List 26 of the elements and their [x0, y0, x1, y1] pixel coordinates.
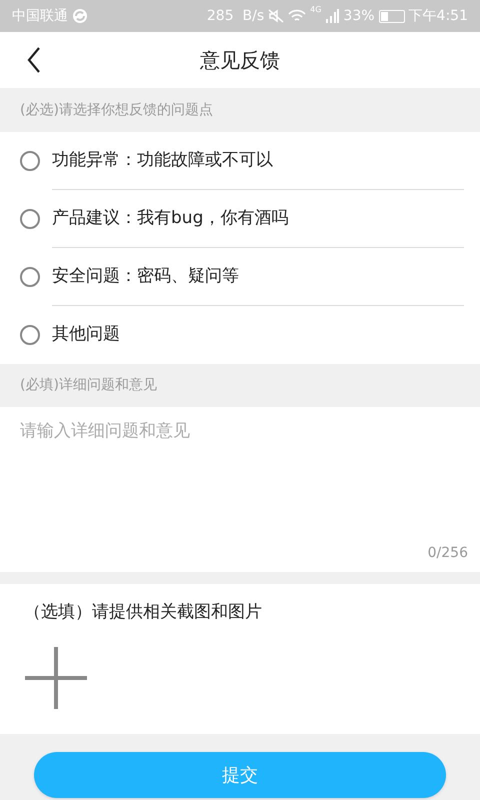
add-image-button[interactable]	[24, 646, 88, 710]
option-row[interactable]: 其他问题	[0, 306, 480, 364]
sync-icon	[72, 8, 88, 24]
option-label: 功能异常：功能故障或不可以	[52, 148, 273, 172]
option-label: 产品建议：我有bug，你有酒吗	[52, 206, 288, 230]
detail-input[interactable]: 请输入详细问题和意见	[20, 419, 460, 543]
option-label: 其他问题	[52, 323, 120, 346]
option-row[interactable]: 安全问题：密码、疑问等	[0, 248, 480, 306]
radio-button[interactable]	[20, 151, 40, 171]
option-label: 安全问题：密码、疑问等	[52, 264, 239, 288]
signal-icon	[325, 9, 340, 23]
back-icon	[27, 47, 41, 73]
option-row[interactable]: 产品建议：我有bug，你有酒吗	[0, 190, 480, 248]
option-row[interactable]: 功能异常：功能故障或不可以	[0, 132, 480, 190]
radio-button[interactable]	[20, 209, 40, 229]
wifi-icon	[288, 9, 306, 23]
section-label: (必选)请选择你想反馈的问题点	[20, 100, 213, 120]
plus-icon	[25, 646, 87, 708]
radio-button[interactable]	[20, 267, 40, 287]
page-title: 意见反馈	[200, 47, 280, 74]
radio-button[interactable]	[20, 325, 40, 345]
upload-label: （选填）请提供相关截图和图片	[24, 601, 263, 624]
section-label: (必填)详细问题和意见	[20, 376, 157, 395]
character-counter: 0/256	[428, 544, 468, 563]
battery-icon	[378, 10, 405, 22]
mute-icon	[268, 9, 284, 23]
